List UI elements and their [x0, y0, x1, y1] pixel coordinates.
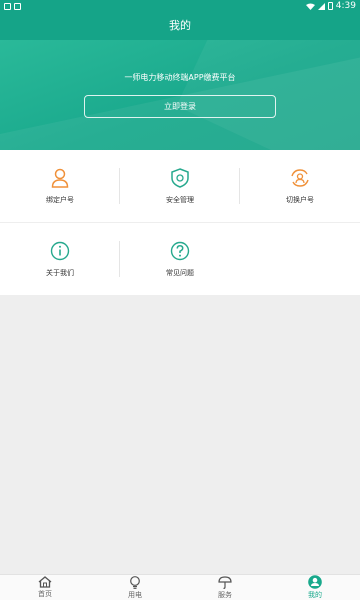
login-button[interactable]: 立即登录	[84, 95, 276, 118]
app-notification-icon	[14, 2, 21, 10]
tab-home[interactable]: 首页	[0, 575, 90, 600]
hero-subtitle: 一师电力移动终端APP缴费平台	[124, 73, 236, 82]
shield-icon	[169, 167, 191, 189]
status-time: 4:39	[335, 1, 356, 11]
menu-label: 切换户号	[286, 196, 314, 204]
question-icon	[169, 240, 191, 262]
status-right: 4:39	[305, 1, 356, 11]
menu-panel-2: 关于我们 常见问题	[0, 223, 360, 295]
tab-label: 我的	[308, 591, 322, 599]
tab-electricity[interactable]: 用电	[90, 575, 180, 600]
menu-label: 绑定户号	[46, 196, 74, 204]
tab-mine[interactable]: 我的	[270, 575, 360, 600]
tab-label: 首页	[38, 590, 52, 598]
tab-label: 用电	[128, 590, 142, 599]
menu-item-faq[interactable]: 常见问题	[120, 223, 240, 295]
menu-label: 安全管理	[166, 196, 194, 204]
menu-item-security[interactable]: 安全管理	[120, 150, 240, 222]
umbrella-icon	[218, 575, 232, 589]
menu-label: 常见问题	[166, 269, 194, 277]
menu-item-about[interactable]: 关于我们	[0, 223, 120, 295]
profile-icon	[308, 575, 322, 589]
hero-banner: 一师电力移动终端APP缴费平台 立即登录	[0, 40, 360, 150]
page-title: 我的	[0, 12, 360, 40]
menu-item-switch-account[interactable]: 切换户号	[240, 150, 360, 222]
status-bar: 4:39	[0, 0, 360, 12]
menu-item-bind-account[interactable]: 绑定户号	[0, 150, 120, 222]
info-icon	[49, 240, 71, 262]
status-left	[4, 2, 21, 10]
home-icon	[38, 576, 52, 588]
signal-icon	[317, 2, 325, 10]
user-icon	[49, 167, 71, 189]
wifi-icon	[305, 3, 315, 10]
bottom-tab-bar: 首页 用电 服务 我的	[0, 574, 360, 600]
menu-label: 关于我们	[46, 269, 74, 277]
tab-service[interactable]: 服务	[180, 575, 270, 600]
bulb-icon	[130, 575, 140, 589]
tab-label: 服务	[218, 590, 232, 599]
notification-icon	[4, 2, 11, 10]
menu-panel-1: 绑定户号 安全管理 切换户号	[0, 150, 360, 222]
switch-user-icon	[289, 167, 311, 189]
battery-icon	[327, 2, 333, 10]
